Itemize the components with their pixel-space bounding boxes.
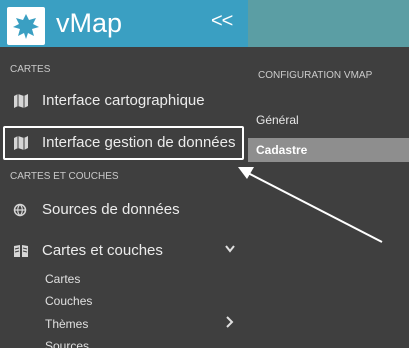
- highlight-box: [3, 126, 244, 160]
- book-map-icon: [13, 244, 29, 258]
- sidebar-subitem-themes[interactable]: Thèmes: [45, 317, 88, 331]
- chevron-down-icon[interactable]: [224, 244, 236, 254]
- sidebar-header: vMap <<: [0, 0, 248, 47]
- sidebar-subitem-sources[interactable]: Sources: [45, 339, 89, 348]
- sidebar-item-label: Interface cartographique: [42, 92, 205, 109]
- app-title: vMap: [56, 8, 123, 38]
- globe-icon: [13, 203, 29, 217]
- collapse-sidebar-button[interactable]: <<: [211, 9, 233, 33]
- config-item-cadastre[interactable]: Cadastre: [248, 138, 409, 162]
- sidebar-item-label: Sources de données: [42, 201, 180, 218]
- chevron-right-icon[interactable]: [225, 316, 235, 328]
- leaf-logo-icon: [13, 14, 39, 39]
- map-icon: [13, 94, 29, 108]
- sidebar-subitem-cartes[interactable]: Cartes: [45, 272, 80, 286]
- section-cartes: CARTES: [10, 64, 51, 75]
- sidebar-subitem-couches[interactable]: Couches: [45, 294, 92, 308]
- app-logo[interactable]: [7, 7, 45, 45]
- section-cartes-et-couches: CARTES ET COUCHES: [10, 171, 119, 182]
- config-panel: [248, 47, 409, 348]
- config-panel-title: CONFIGURATION VMAP: [258, 70, 373, 81]
- config-item-general[interactable]: Général: [256, 113, 299, 127]
- sidebar: vMap << CARTES Interface cartographique …: [0, 0, 248, 348]
- top-bar: [248, 0, 409, 47]
- sidebar-item-label: Cartes et couches: [42, 242, 163, 259]
